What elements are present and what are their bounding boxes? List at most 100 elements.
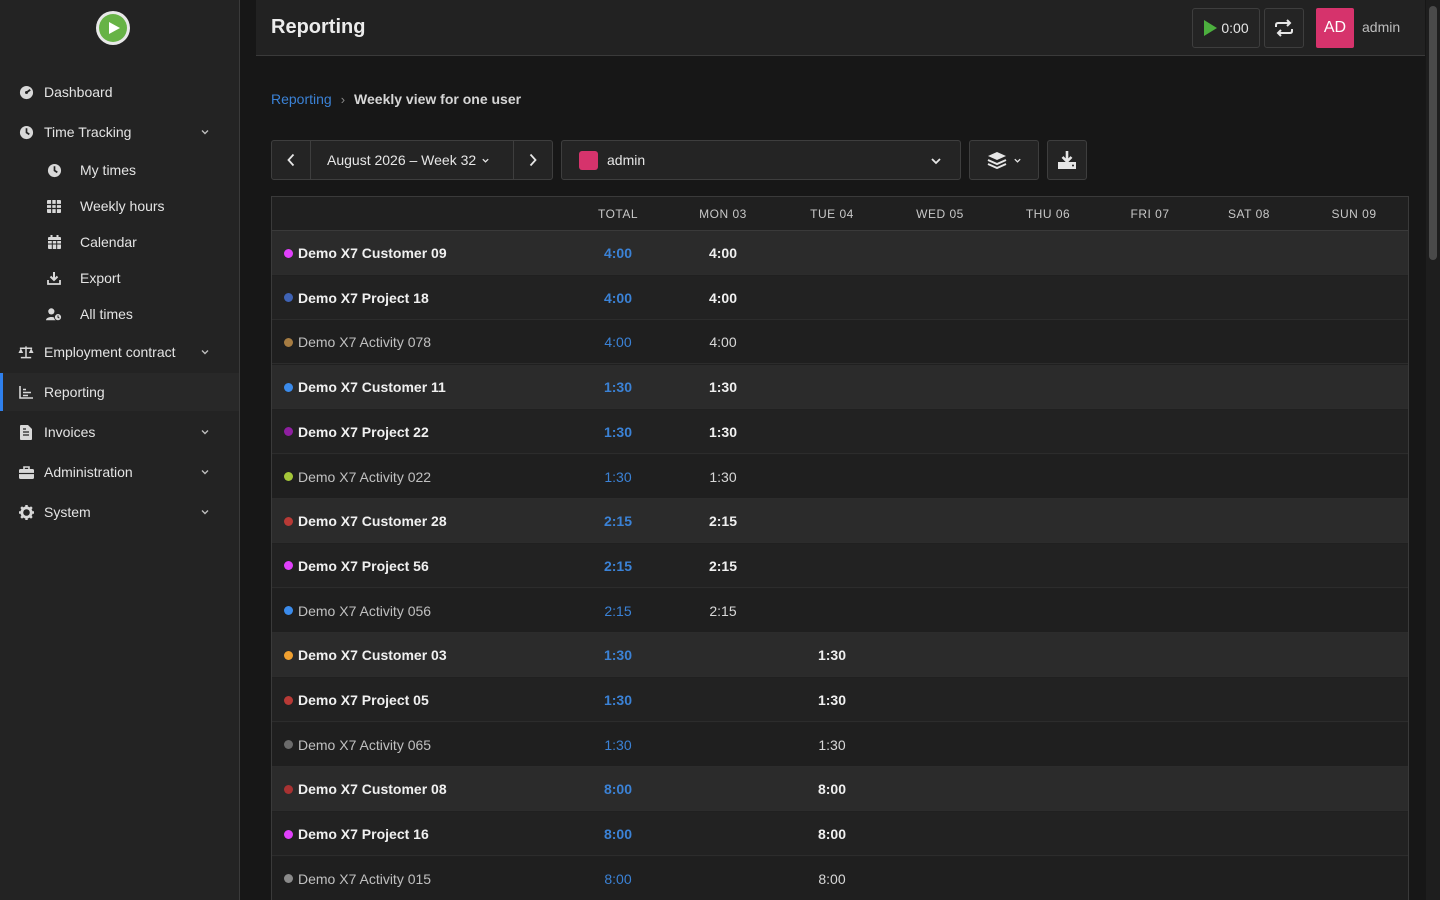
color-dot bbox=[284, 874, 293, 884]
table-row[interactable]: Demo X7 Activity 015 8:00 8:00 bbox=[272, 856, 1408, 900]
row-name: Demo X7 Activity 056 bbox=[284, 603, 431, 619]
logo-play-icon[interactable] bbox=[96, 11, 130, 45]
sidebar-item-label: Time Tracking bbox=[44, 124, 132, 140]
scrollbar-thumb[interactable] bbox=[1429, 6, 1437, 260]
sidebar-item-label: System bbox=[44, 504, 91, 520]
sidebar-item-weekly-hours[interactable]: Weekly hours bbox=[0, 187, 239, 225]
color-dot bbox=[284, 606, 293, 616]
table-row[interactable]: Demo X7 Activity 065 1:30 1:30 bbox=[272, 722, 1408, 767]
row-total[interactable]: 8:00 bbox=[604, 871, 631, 887]
color-dot bbox=[284, 695, 293, 705]
row-name-label: Demo X7 Customer 03 bbox=[298, 647, 447, 664]
sidebar-item-administration[interactable]: Administration bbox=[0, 453, 239, 491]
sidebar-item-label: My times bbox=[80, 162, 136, 178]
row-total[interactable]: 1:30 bbox=[604, 379, 632, 395]
user-select[interactable]: admin bbox=[561, 140, 961, 180]
row-total[interactable]: 4:00 bbox=[604, 290, 632, 306]
breadcrumb-link-reporting[interactable]: Reporting bbox=[271, 91, 332, 107]
row-total[interactable]: 2:15 bbox=[604, 513, 632, 529]
row-total[interactable]: 8:00 bbox=[604, 826, 632, 842]
sidebar-item-employment-contract[interactable]: Employment contract bbox=[0, 333, 239, 371]
row-total[interactable]: 4:00 bbox=[604, 334, 631, 350]
day-cell: 1:30 bbox=[708, 379, 738, 396]
users-clock-icon bbox=[46, 306, 62, 322]
calendar-icon bbox=[46, 234, 62, 250]
avatar[interactable]: AD bbox=[1316, 8, 1354, 48]
previous-week-button[interactable] bbox=[271, 140, 311, 180]
next-week-button[interactable] bbox=[513, 140, 553, 180]
row-total[interactable]: 8:00 bbox=[604, 781, 632, 797]
week-picker[interactable]: August 2026 – Week 32 bbox=[310, 140, 514, 180]
sidebar-item-my-times[interactable]: My times bbox=[0, 151, 239, 189]
breadcrumb-current: Weekly view for one user bbox=[354, 91, 522, 107]
play-icon bbox=[1204, 20, 1218, 36]
table-row[interactable]: Demo X7 Project 05 1:30 1:30 bbox=[272, 678, 1408, 722]
row-total[interactable]: 2:15 bbox=[604, 603, 631, 619]
table-row[interactable]: Demo X7 Customer 08 8:00 8:00 bbox=[272, 767, 1408, 812]
day-cell: 2:15 bbox=[708, 557, 738, 574]
sidebar-item-time-tracking[interactable]: Time Tracking bbox=[0, 113, 239, 151]
column-header: TOTAL bbox=[597, 207, 639, 221]
row-name-label: Demo X7 Customer 08 bbox=[298, 781, 447, 798]
download-button[interactable] bbox=[1047, 140, 1087, 180]
row-name-label: Demo X7 Customer 28 bbox=[298, 513, 447, 530]
scale-icon bbox=[18, 344, 34, 360]
day-cell: 1:30 bbox=[818, 736, 846, 753]
table-header: TOTAL MON 03 TUE 04 WED 05 THU 06 FRI 07 SAT 0… bbox=[272, 197, 1408, 231]
table-row[interactable]: Demo X7 Activity 022 1:30 1:30 bbox=[272, 454, 1408, 499]
color-dot bbox=[284, 382, 293, 392]
grouping-dropdown-button[interactable] bbox=[969, 140, 1039, 180]
table-row[interactable]: Demo X7 Customer 09 4:00 4:00 bbox=[272, 231, 1408, 275]
day-cell: 8:00 bbox=[818, 870, 846, 887]
chevron-down-icon bbox=[201, 350, 209, 355]
table-row[interactable]: Demo X7 Activity 078 4:00 4:00 bbox=[272, 320, 1408, 365]
row-name: Demo X7 Activity 022 bbox=[284, 469, 431, 485]
row-total[interactable]: 1:30 bbox=[604, 424, 632, 440]
sidebar-item-dashboard[interactable]: Dashboard bbox=[0, 73, 239, 111]
table-row[interactable]: Demo X7 Project 56 2:15 2:15 bbox=[272, 543, 1408, 588]
top-header: Reporting 0:00 AD admin bbox=[256, 0, 1425, 56]
row-total[interactable]: 2:15 bbox=[604, 558, 632, 574]
table-row[interactable]: Demo X7 Activity 056 2:15 2:15 bbox=[272, 588, 1408, 633]
sidebar-item-label: All times bbox=[80, 306, 133, 322]
sidebar-item-invoices[interactable]: Invoices bbox=[0, 413, 239, 451]
sidebar-item-label: Calendar bbox=[80, 234, 137, 250]
row-name: Demo X7 Activity 078 bbox=[284, 334, 431, 350]
row-total[interactable]: 1:30 bbox=[604, 737, 631, 753]
table-row[interactable]: Demo X7 Project 16 8:00 8:00 bbox=[272, 812, 1408, 857]
sidebar-item-calendar[interactable]: Calendar bbox=[0, 223, 239, 261]
row-name-label: Demo X7 Customer 09 bbox=[298, 245, 447, 261]
sidebar-item-label: Employment contract bbox=[44, 344, 176, 360]
sidebar-item-all-times[interactable]: All times bbox=[0, 295, 239, 333]
column-header: SUN 09 bbox=[1331, 207, 1377, 221]
chevron-right-icon bbox=[529, 153, 537, 167]
sidebar-item-label: Dashboard bbox=[44, 84, 113, 100]
row-name: Demo X7 Customer 09 bbox=[284, 245, 447, 261]
sidebar-item-reporting[interactable]: Reporting bbox=[0, 373, 239, 411]
row-total[interactable]: 1:30 bbox=[604, 469, 631, 485]
column-header: TUE 04 bbox=[810, 207, 854, 221]
row-name: Demo X7 Customer 08 bbox=[284, 781, 447, 797]
table-row[interactable]: Demo X7 Customer 28 2:15 2:15 bbox=[272, 499, 1408, 544]
row-total[interactable]: 1:30 bbox=[604, 692, 632, 708]
sidebar-item-system[interactable]: System bbox=[0, 493, 239, 531]
refresh-button[interactable] bbox=[1264, 8, 1304, 48]
start-timer-button[interactable]: 0:00 bbox=[1192, 8, 1260, 48]
download-icon bbox=[46, 270, 62, 286]
chevron-down-icon bbox=[201, 510, 209, 515]
row-total[interactable]: 4:00 bbox=[604, 245, 632, 261]
table-row[interactable]: Demo X7 Project 18 4:00 4:00 bbox=[272, 275, 1408, 320]
row-total[interactable]: 1:30 bbox=[604, 647, 632, 663]
table-row[interactable]: Demo X7 Customer 11 1:30 1:30 bbox=[272, 365, 1408, 410]
day-cell: 4:00 bbox=[708, 289, 738, 306]
row-name: Demo X7 Customer 28 bbox=[284, 513, 447, 529]
sidebar-item-export[interactable]: Export bbox=[0, 259, 239, 297]
dashboard-icon bbox=[18, 84, 34, 100]
table-row[interactable]: Demo X7 Customer 03 1:30 1:30 bbox=[272, 633, 1408, 678]
color-dot bbox=[284, 427, 293, 437]
sync-icon bbox=[1275, 19, 1293, 37]
color-dot bbox=[284, 293, 293, 303]
table-row[interactable]: Demo X7 Project 22 1:30 1:30 bbox=[272, 409, 1408, 454]
day-cell: 4:00 bbox=[708, 245, 738, 261]
user-menu-name[interactable]: admin bbox=[1362, 19, 1400, 35]
